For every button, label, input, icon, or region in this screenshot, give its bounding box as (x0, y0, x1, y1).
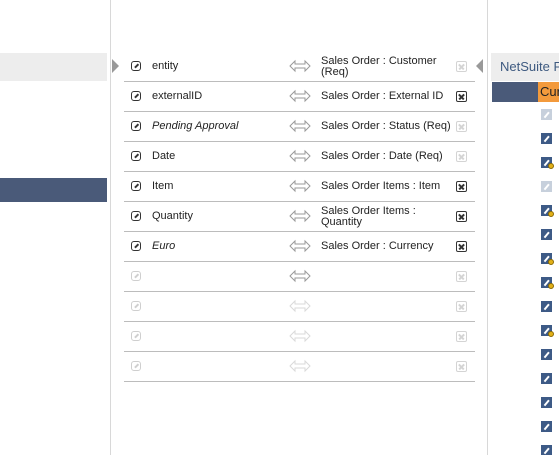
source-field-label: externalID (152, 90, 203, 102)
remove-mapping-icon[interactable] (456, 241, 467, 252)
bidirectional-arrow-icon (289, 209, 311, 223)
lock-icon (548, 283, 554, 289)
mapping-row[interactable]: externalID Sales Order : External ID (124, 82, 475, 112)
edit-pencil-icon[interactable] (131, 91, 141, 101)
netsuite-selected-row[interactable]: Cur (492, 82, 559, 102)
remove-mapping-icon (456, 121, 467, 132)
edit-pencil-icon[interactable] (131, 151, 141, 161)
mapping-row[interactable]: Quantity Sales Order Items : Quantity (124, 202, 475, 232)
lock-icon (548, 163, 554, 169)
mapping-row[interactable]: entity Sales Order : Customer (Req) (124, 52, 475, 82)
edit-pencil-icon[interactable] (131, 301, 141, 311)
bidirectional-arrow-icon (289, 149, 311, 163)
source-field-label: Item (152, 180, 174, 192)
destination-field-label: Sales Order Items : Quantity (321, 204, 416, 228)
edit-pencil-icon[interactable] (131, 331, 141, 341)
edit-pencil-icon[interactable] (131, 211, 141, 221)
remove-mapping-icon (456, 271, 467, 282)
destination-field-label: Sales Order : Currency (321, 240, 434, 252)
mapping-row[interactable]: Item Sales Order Items : Item (124, 172, 475, 202)
mapping-row[interactable]: Pending Approval Sales Order : Status (Re… (124, 112, 475, 142)
edit-pencil-icon[interactable] (131, 121, 141, 131)
destination-field-label: Sales Order Items : Item (321, 180, 441, 192)
netsuite-field-icon[interactable] (541, 157, 554, 169)
source-field-label: Euro (152, 240, 176, 252)
netsuite-field-icon[interactable] (541, 253, 554, 265)
netsuite-field-icon[interactable] (541, 181, 552, 192)
mapping-row[interactable] (124, 352, 475, 382)
netsuite-field-icon[interactable] (541, 301, 552, 312)
bidirectional-arrow-icon (289, 359, 311, 373)
netsuite-field-icon[interactable] (541, 445, 552, 455)
bidirectional-arrow-icon (289, 119, 311, 133)
remove-mapping-icon (456, 61, 467, 72)
source-field-label: Pending Approval (152, 120, 239, 132)
collapse-left-arrow-icon[interactable] (112, 59, 119, 73)
lock-icon (548, 211, 554, 217)
netsuite-selected-label: Cur (538, 82, 559, 102)
bidirectional-arrow-icon (289, 89, 311, 103)
mapping-row[interactable] (124, 292, 475, 322)
destination-field-label (321, 322, 453, 351)
netsuite-field-icon[interactable] (541, 205, 554, 217)
source-field-label: Date (152, 150, 176, 162)
mapping-row[interactable]: Euro Sales Order : Currency (124, 232, 475, 262)
destination-field-label (321, 262, 453, 291)
bidirectional-arrow-icon (289, 299, 311, 313)
destination-field-label: Sales Order : Customer (Req) (321, 54, 437, 78)
source-field-label: entity (152, 60, 179, 72)
netsuite-field-icon[interactable] (541, 421, 552, 432)
mapping-row[interactable] (124, 262, 475, 292)
netsuite-field-icon[interactable] (541, 277, 554, 289)
netsuite-pane-title: NetSuite F (500, 59, 559, 74)
lock-icon (548, 331, 554, 337)
mapping-row[interactable]: Date Sales Order : Date (Req) (124, 142, 475, 172)
netsuite-pane-header: NetSuite F (491, 53, 559, 81)
destination-field-label (321, 292, 453, 321)
netsuite-field-icon[interactable] (541, 229, 552, 240)
remove-mapping-icon (456, 151, 467, 162)
netsuite-fields-pane: NetSuite F Cur (487, 0, 559, 455)
netsuite-field-icon[interactable] (541, 109, 552, 120)
destination-field-label: Sales Order : External ID (321, 90, 444, 102)
source-pane-header (0, 53, 107, 81)
destination-field-label: Sales Order : Date (Req) (321, 150, 443, 162)
bidirectional-arrow-icon (289, 239, 311, 253)
source-field-label: Quantity (152, 210, 193, 222)
bidirectional-arrow-icon (289, 179, 311, 193)
netsuite-field-icon[interactable] (541, 373, 552, 384)
edit-pencil-icon[interactable] (131, 61, 141, 71)
bidirectional-arrow-icon (289, 269, 311, 283)
lock-icon (548, 259, 554, 265)
source-selected-row[interactable] (0, 178, 107, 202)
source-fields-pane (0, 0, 111, 455)
netsuite-field-icon[interactable] (541, 325, 554, 337)
collapse-right-arrow-icon[interactable] (476, 59, 483, 73)
bidirectional-arrow-icon (289, 59, 311, 73)
edit-pencil-icon[interactable] (131, 241, 141, 251)
remove-mapping-icon (456, 331, 467, 342)
destination-field-label: Sales Order : Status (Req) (321, 120, 451, 132)
remove-mapping-icon[interactable] (456, 181, 467, 192)
netsuite-field-icon[interactable] (541, 397, 552, 408)
remove-mapping-icon (456, 361, 467, 372)
remove-mapping-icon[interactable] (456, 91, 467, 102)
netsuite-field-icon[interactable] (541, 349, 552, 360)
netsuite-field-icon[interactable] (541, 133, 552, 144)
edit-pencil-icon[interactable] (131, 181, 141, 191)
mapping-row[interactable] (124, 322, 475, 352)
edit-pencil-icon[interactable] (131, 361, 141, 371)
edit-pencil-icon[interactable] (131, 271, 141, 281)
field-mapping-list: entity Sales Order : Customer (Req) extern… (124, 52, 475, 382)
remove-mapping-icon[interactable] (456, 211, 467, 222)
destination-field-label (321, 352, 453, 381)
bidirectional-arrow-icon (289, 329, 311, 343)
remove-mapping-icon (456, 301, 467, 312)
